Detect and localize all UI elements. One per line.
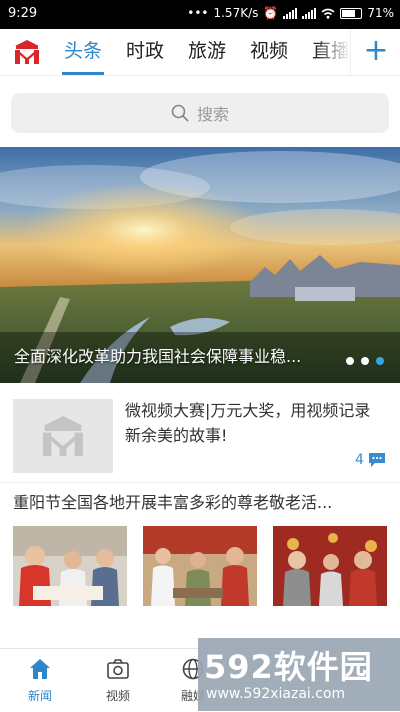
status-icons: ••• 1.57K/s ⏰ 71% <box>187 6 394 20</box>
comment-icon <box>368 453 385 467</box>
tabs-fade <box>315 29 350 75</box>
carousel-dot <box>361 357 369 365</box>
nav-label: 视频 <box>105 689 130 703</box>
watermark-brand: 592软件园 <box>204 648 373 686</box>
article-photo[interactable] <box>273 526 387 606</box>
carousel-dot-active <box>376 357 384 365</box>
photo-image <box>143 526 257 606</box>
camera-icon <box>107 659 129 679</box>
tab-video[interactable]: 视频 <box>238 29 300 75</box>
nav-news[interactable]: 新闻 <box>0 649 80 712</box>
carousel-dot <box>346 357 354 365</box>
placeholder-logo-icon <box>43 416 83 456</box>
photo-image <box>273 526 387 606</box>
signal-2-icon <box>302 7 317 19</box>
alarm-icon: ⏰ <box>263 6 279 20</box>
nav-video[interactable]: 视频 <box>78 649 158 712</box>
article-photo[interactable] <box>13 526 127 606</box>
watermark-url: www.592xiazai.com <box>206 686 346 702</box>
banner-caption[interactable]: 全面深化改革助力我国社会保障事业稳... <box>14 343 329 367</box>
article-title[interactable]: 重阳节全国各地开展丰富多彩的尊老敬老活... <box>13 492 388 514</box>
search-icon <box>171 104 189 122</box>
article-title[interactable]: 微视频大赛|万元大奖，用视频记录新余美的故事! <box>125 398 385 448</box>
tab-politics[interactable]: 时政 <box>114 29 176 75</box>
carousel-indicator <box>346 357 384 365</box>
photo-image <box>13 526 127 606</box>
watermark: 592软件园 www.592xiazai.com <box>198 638 400 711</box>
battery-icon <box>340 7 363 19</box>
wifi-icon <box>321 8 335 19</box>
comment-count[interactable]: 4 <box>355 452 386 468</box>
article-thumbnail-placeholder[interactable] <box>13 399 113 473</box>
status-bar: 9:29 ••• 1.57K/s ⏰ 71% <box>0 0 400 29</box>
headline-carousel[interactable]: 全面深化改革助力我国社会保障事业稳... <box>0 147 400 383</box>
network-speed: 1.57K/s <box>213 6 259 20</box>
more-dots-icon: ••• <box>187 6 209 20</box>
tab-headlines[interactable]: 头条 <box>52 29 114 75</box>
signal-icon <box>283 7 298 19</box>
app-logo-icon[interactable] <box>12 38 42 66</box>
search-placeholder: 搜索 <box>196 105 229 124</box>
clock: 9:29 <box>8 6 38 21</box>
article-photo[interactable] <box>143 526 257 606</box>
battery-percent: 71% <box>367 6 394 20</box>
home-icon <box>30 659 50 679</box>
divider <box>0 482 400 483</box>
add-channel-button[interactable]: + <box>350 29 400 75</box>
search-bar[interactable]: 搜索 <box>11 93 389 133</box>
tab-travel[interactable]: 旅游 <box>176 29 238 75</box>
nav-label: 新闻 <box>27 689 52 703</box>
channel-tabs: 头条 时政 旅游 视频 直播 <box>52 29 352 75</box>
channel-bar: 头条 时政 旅游 视频 直播 + <box>0 29 400 76</box>
comment-count-value: 4 <box>355 452 364 468</box>
